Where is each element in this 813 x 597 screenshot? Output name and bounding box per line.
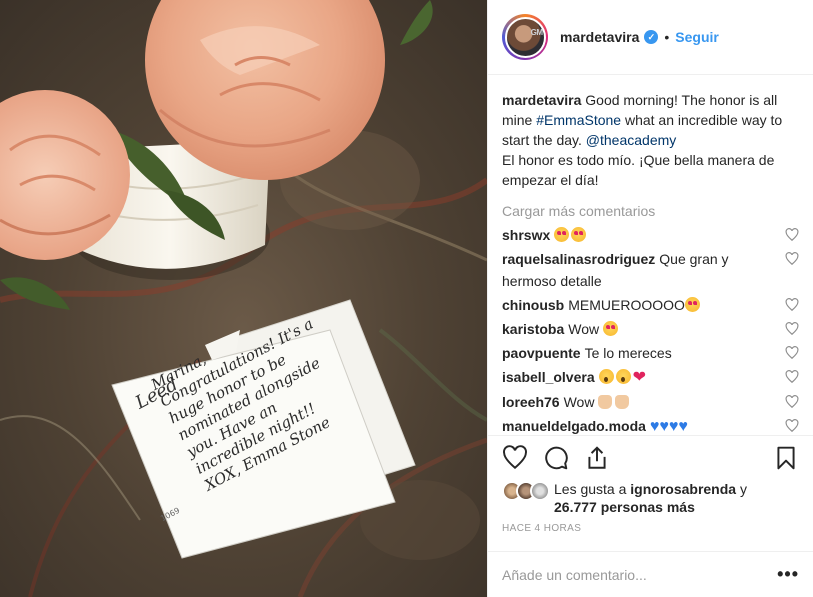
story-ring[interactable]: GM — [502, 14, 548, 60]
instagram-post-window: Leed Marina, Congratulations! It's a hug… — [0, 0, 813, 597]
more-options-button[interactable]: ••• — [777, 564, 799, 585]
comment-row: karistoba Wow — [502, 318, 799, 340]
header-username[interactable]: mardetavira — [560, 29, 639, 45]
likes-text: Les gusta a ignorosabrenda y 26.777 pers… — [554, 480, 747, 516]
comment-username[interactable]: shrswx — [502, 227, 550, 243]
caption-username[interactable]: mardetavira — [502, 92, 581, 108]
verified-badge-icon: ✓ — [644, 30, 659, 44]
comment-username[interactable]: loreeh76 — [502, 394, 560, 410]
liker-avatars[interactable] — [502, 481, 554, 501]
caption-text-es: El honor es todo mío. ¡Que bella manera … — [502, 152, 775, 188]
comment-row: shrswx — [502, 224, 799, 246]
comment-row: paovpuente Te lo mereces — [502, 342, 799, 364]
load-more-comments[interactable]: Cargar más comentarios — [502, 200, 799, 222]
avatar-overlay-text: GM — [530, 27, 543, 37]
comment-username[interactable]: karistoba — [502, 321, 564, 337]
bookmark-icon[interactable] — [773, 445, 799, 471]
comment-row: chinousb MEMUEROOOOO — [502, 294, 799, 316]
comment-body: loreeh76 Wow — [502, 391, 768, 413]
likes-prefix: Les gusta a — [554, 481, 627, 497]
heart-icon[interactable] — [502, 445, 528, 471]
follow-button[interactable]: Seguir — [675, 29, 719, 45]
comment-like-heart-icon[interactable] — [785, 346, 799, 360]
comment-text: Wow — [568, 321, 600, 337]
comment-username[interactable]: isabell_olvera — [502, 369, 595, 385]
hashtag-link[interactable]: #EmmaStone — [536, 112, 621, 128]
astonished-emoji-icon — [615, 369, 631, 384]
raising-hands-icon — [615, 395, 630, 409]
comment-like-heart-icon[interactable] — [785, 228, 799, 242]
comment-like-heart-icon[interactable] — [785, 419, 799, 433]
heart-eyes-emoji-icon — [684, 297, 700, 312]
comment-username[interactable]: chinousb — [502, 297, 564, 313]
mention-link[interactable]: @theacademy — [586, 132, 676, 148]
likes-summary: Les gusta a ignorosabrenda y 26.777 pers… — [502, 480, 799, 516]
comment-body: manueldelgado.moda ♥♥♥♥ — [502, 415, 768, 435]
blue-heart-icon: ♥ — [649, 418, 660, 435]
comment-body: paovpuente Te lo mereces — [502, 342, 768, 364]
comment-icon[interactable] — [543, 445, 569, 471]
caption: mardetavira Good morning! The honor is a… — [502, 75, 799, 190]
comment-text: MEMUEROOOOO — [568, 297, 685, 313]
comment-username[interactable]: paovpuente — [502, 345, 581, 361]
post-header: GM mardetavira ✓ • Seguir — [488, 0, 813, 75]
share-icon[interactable] — [584, 445, 610, 471]
liker-avatar — [530, 481, 550, 501]
comment-body: shrswx — [502, 224, 768, 246]
first-liker-link[interactable]: ignorosabrenda — [630, 481, 736, 497]
blue-heart-icon: ♥ — [678, 418, 688, 435]
add-comment-bar: ••• — [488, 551, 813, 597]
post-photo[interactable]: Leed Marina, Congratulations! It's a hug… — [0, 0, 487, 597]
post-actions — [502, 440, 799, 476]
heart-eyes-emoji-icon — [603, 321, 618, 336]
comment-username[interactable]: manueldelgado.moda — [502, 418, 646, 434]
comment-like-heart-icon[interactable] — [785, 395, 799, 409]
comment-row: loreeh76 Wow — [502, 391, 799, 413]
clapping-hands-icon — [598, 395, 613, 409]
comment-row: manueldelgado.moda ♥♥♥♥ — [502, 415, 799, 435]
likes-count-link[interactable]: 26.777 personas más — [554, 499, 695, 515]
comments-section[interactable]: mardetavira Good morning! The honor is a… — [488, 75, 813, 436]
red-heart-icon: ❤ — [632, 369, 647, 386]
comment-body: chinousb MEMUEROOOOO — [502, 294, 768, 316]
blue-heart-icon: ♥ — [668, 418, 679, 435]
comment-username[interactable]: raquelsalinasrodriguez — [502, 251, 655, 267]
comment-like-heart-icon[interactable] — [785, 370, 799, 384]
comment-input[interactable] — [502, 566, 778, 583]
comment-like-heart-icon[interactable] — [785, 252, 799, 266]
likes-conjunction: y — [739, 481, 747, 497]
comment-like-heart-icon[interactable] — [785, 322, 799, 336]
heart-eyes-emoji-icon — [554, 227, 570, 242]
comment-row: isabell_olvera ❤ — [502, 366, 799, 389]
separator-dot: • — [664, 29, 670, 45]
comment-like-heart-icon[interactable] — [785, 298, 799, 312]
comment-text: Wow — [563, 394, 595, 410]
comment-row: raquelsalinasrodriguez Que gran y hermoso… — [502, 248, 799, 292]
blue-heart-icon: ♥ — [659, 418, 669, 435]
post-sidebar: GM mardetavira ✓ • Seguir mardetavira Go… — [487, 0, 813, 597]
comment-body: isabell_olvera ❤ — [502, 366, 768, 389]
astonished-emoji-icon — [598, 369, 614, 384]
heart-eyes-emoji-icon — [571, 227, 587, 242]
comment-text: Te lo mereces — [584, 345, 672, 361]
avatar[interactable]: GM — [504, 16, 546, 58]
comment-body: raquelsalinasrodriguez Que gran y hermoso… — [502, 248, 768, 292]
post-timestamp[interactable]: HACE 4 HORAS — [502, 523, 581, 534]
comment-body: karistoba Wow — [502, 318, 768, 340]
